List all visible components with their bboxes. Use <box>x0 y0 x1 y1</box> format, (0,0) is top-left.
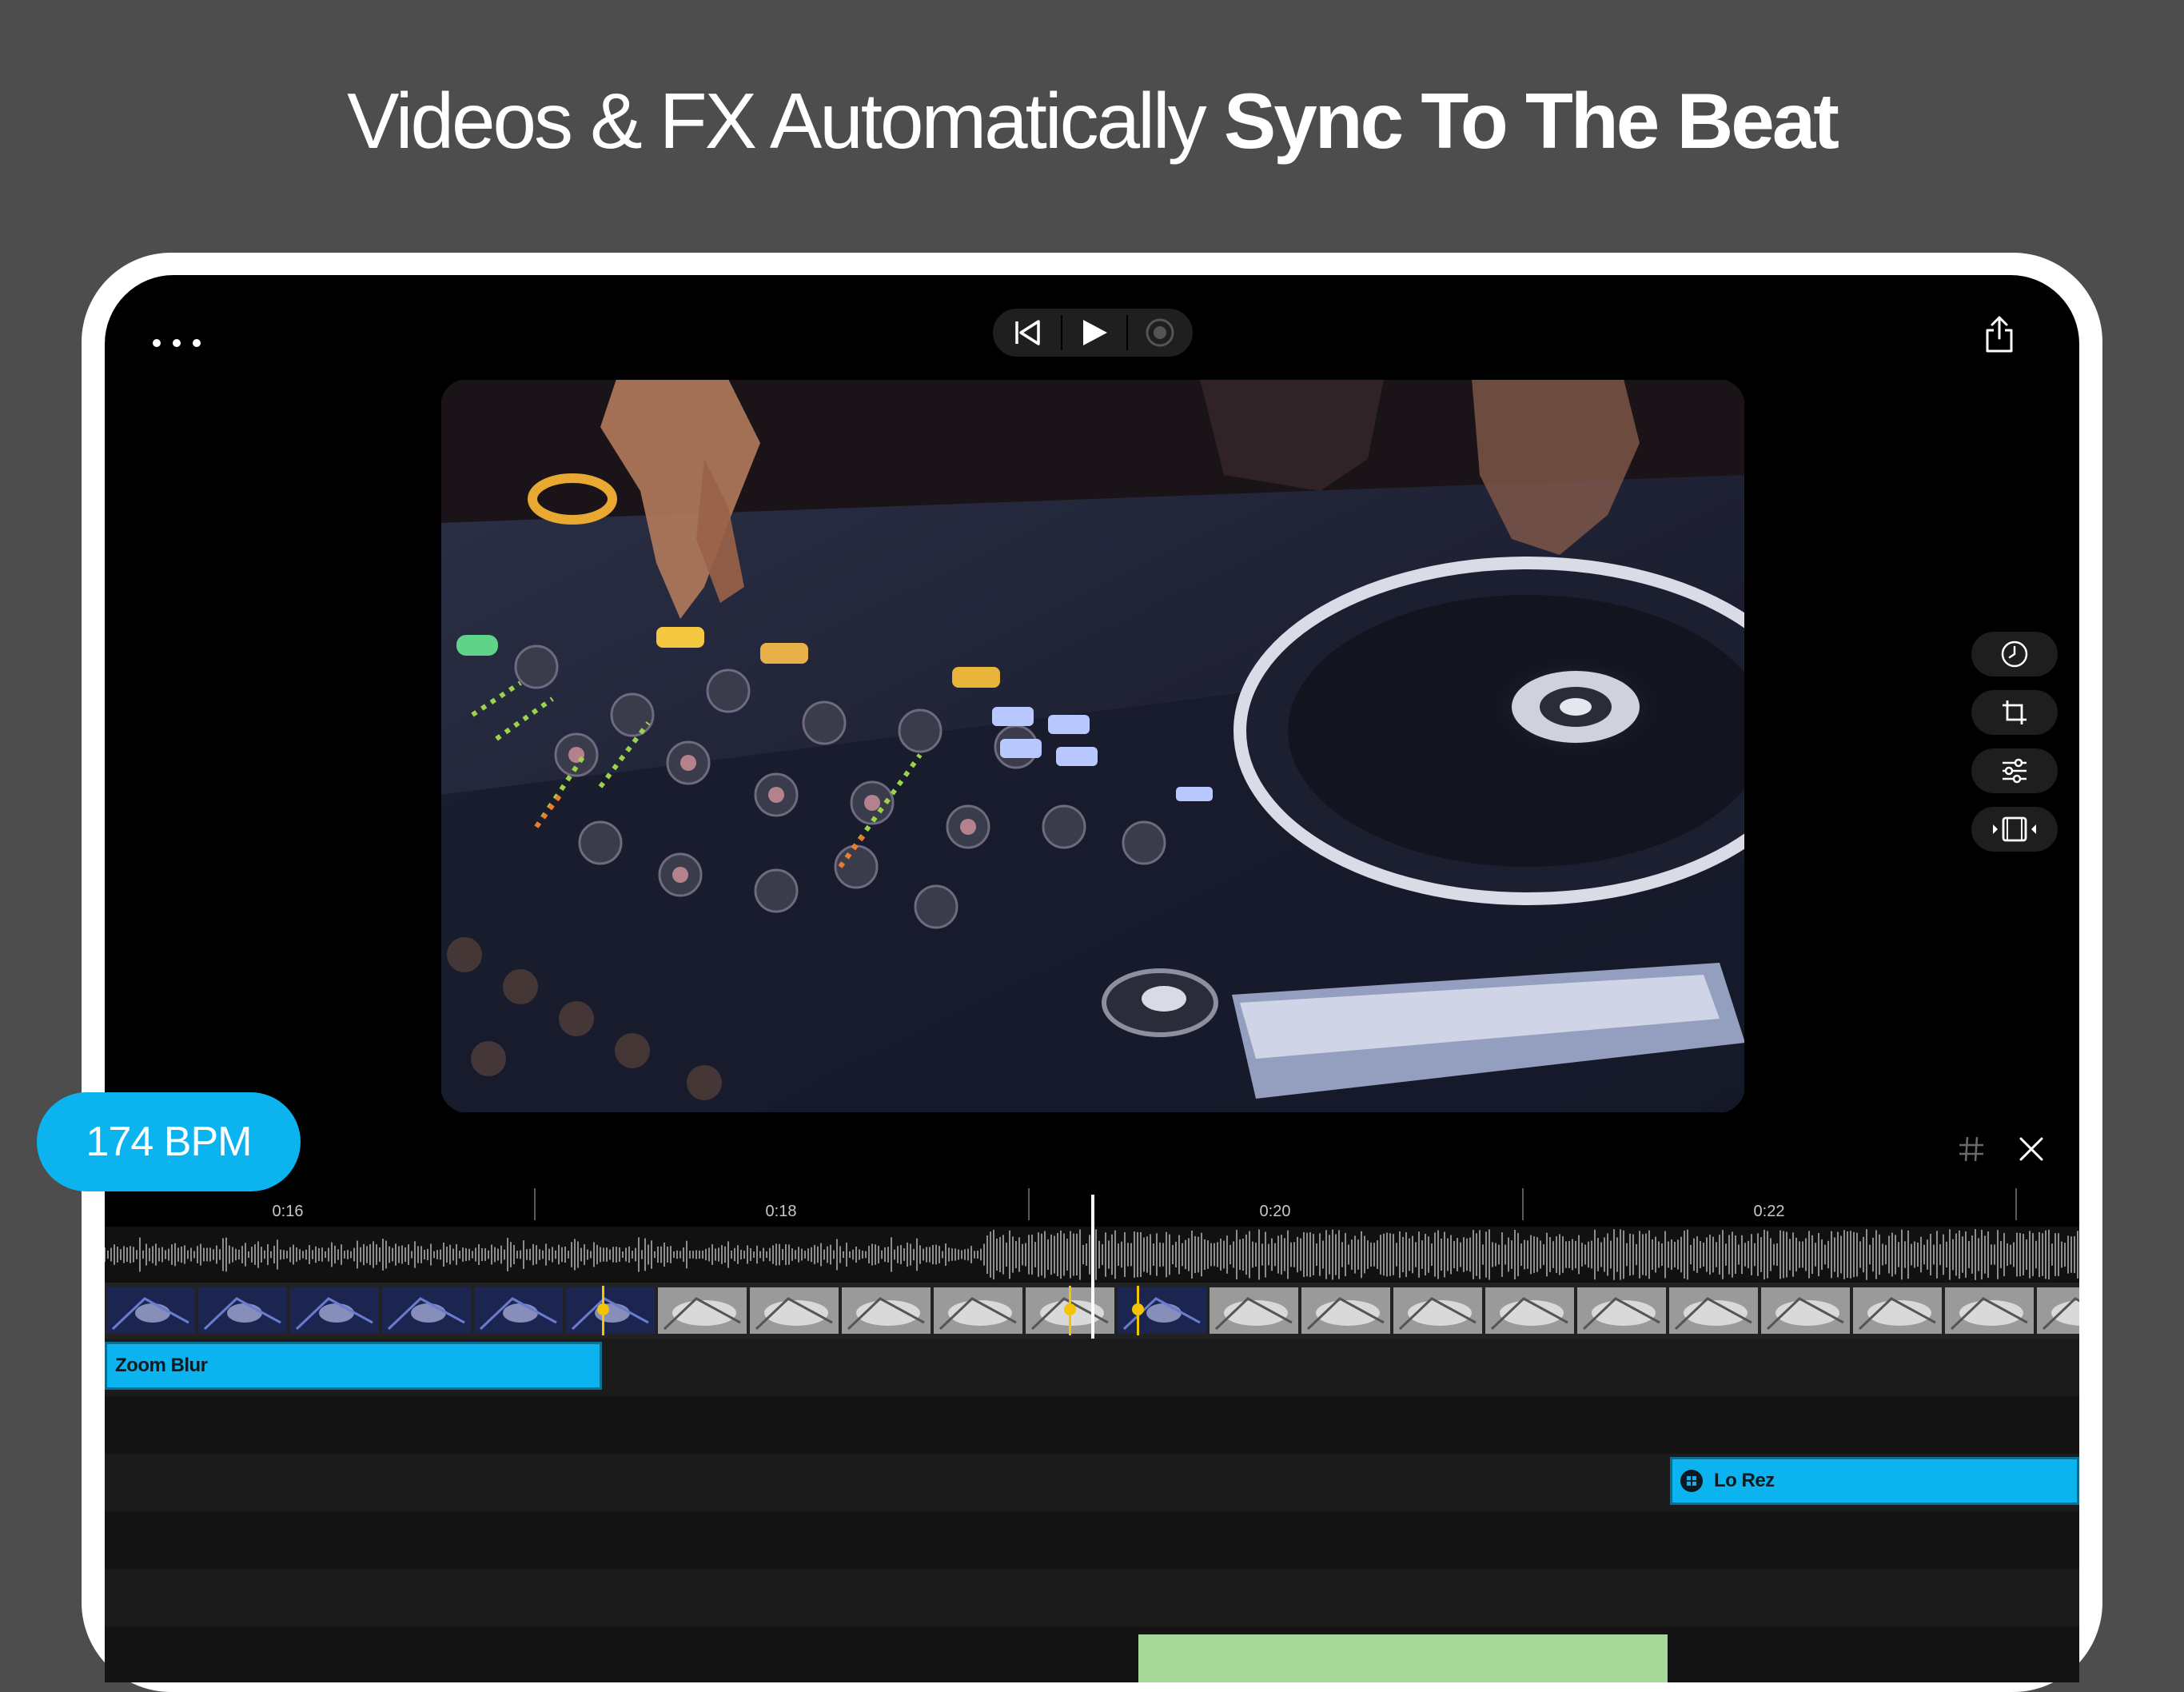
record-icon[interactable] <box>1128 309 1192 357</box>
bpm-badge: 174 BPM <box>37 1092 301 1191</box>
time-label: 0:20 <box>1259 1203 1291 1220</box>
play-icon[interactable] <box>1062 309 1126 357</box>
zoom-blur-label: Zoom Blur <box>115 1355 208 1376</box>
headline-light: Videos & FX Automatically <box>347 77 1224 165</box>
fx-track <box>105 1626 2079 1682</box>
green-clip[interactable] <box>1138 1634 1668 1682</box>
beat-marker[interactable] <box>1132 1286 1144 1335</box>
beat-marker[interactable] <box>597 1286 609 1335</box>
clip-trim-icon[interactable] <box>1971 807 2058 852</box>
grid-icon[interactable] <box>1955 1132 1987 1166</box>
app-screen: 0:16 0:18 0:20 0:22 Zoom Blur Lo Rez <box>105 275 2079 1682</box>
playhead[interactable] <box>1091 1195 1094 1339</box>
share-icon[interactable] <box>1979 310 2019 358</box>
fx-track <box>105 1569 2079 1626</box>
crop-icon[interactable] <box>1971 690 2058 735</box>
headline: Videos & FX Automatically Sync To The Be… <box>0 76 2184 166</box>
transport-controls <box>993 309 1193 357</box>
lo-rez-icon <box>1680 1470 1703 1492</box>
time-label: 0:16 <box>272 1203 304 1220</box>
headline-bold: Sync To The Beat <box>1223 77 1839 165</box>
close-icon[interactable] <box>2015 1132 2047 1166</box>
zoom-blur-clip[interactable]: Zoom Blur <box>105 1342 602 1390</box>
skip-to-start-icon[interactable] <box>993 309 1061 357</box>
time-label: 0:18 <box>765 1203 797 1220</box>
fx-track <box>105 1511 2079 1569</box>
beat-marker[interactable] <box>1064 1286 1076 1335</box>
time-label: 0:22 <box>1753 1203 1785 1220</box>
fx-track <box>105 1396 2079 1454</box>
more-dots-icon[interactable] <box>153 323 201 363</box>
lo-rez-label: Lo Rez <box>1714 1470 1775 1491</box>
sliders-icon[interactable] <box>1971 748 2058 793</box>
lo-rez-clip[interactable]: Lo Rez <box>1670 1457 2079 1505</box>
side-toolbar <box>1971 632 2058 865</box>
video-preview[interactable] <box>440 379 1745 1113</box>
clock-icon[interactable] <box>1971 632 2058 676</box>
